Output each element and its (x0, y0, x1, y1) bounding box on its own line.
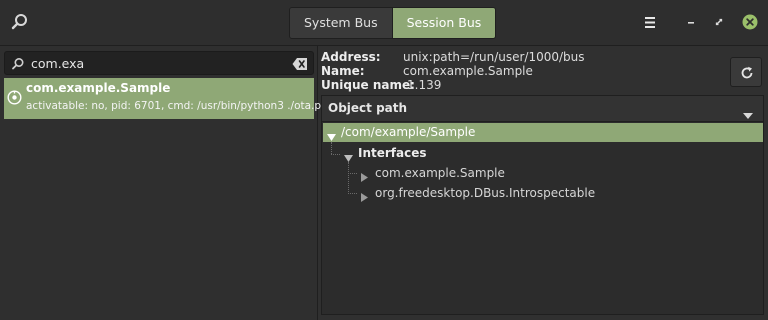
tree-node-interfaces[interactable]: Interfaces (323, 144, 763, 163)
expander-open-icon[interactable] (327, 129, 336, 141)
maximize-icon[interactable] (711, 14, 727, 30)
tree-node-root[interactable]: /com/example/Sample (323, 123, 763, 142)
unique-name-row: Unique name::1.139 (321, 78, 585, 92)
bus-switcher: System Bus Session Bus (289, 7, 497, 39)
name-label: Name: (321, 64, 365, 78)
search-icon (11, 56, 25, 70)
search-icon[interactable] (10, 12, 30, 32)
bus-list-pane: com.example.Sample activatable: no, pid:… (0, 46, 327, 320)
address-row: Address: unix:path=/run/user/1000/bus (321, 50, 585, 64)
chevron-down-icon (743, 105, 753, 119)
header-bar: System Bus Session Bus (0, 0, 768, 46)
tree-header[interactable]: Object path (322, 96, 763, 122)
interface-name: org.freedesktop.DBus.Introspectable (375, 186, 596, 200)
refresh-icon (741, 66, 753, 79)
tree-node-interface[interactable]: com.example.Sample (323, 164, 763, 183)
interface-name: com.example.Sample (375, 166, 505, 180)
tree-node-interface[interactable]: org.freedesktop.DBus.Introspectable (323, 184, 763, 203)
address-label: Address: (321, 50, 381, 64)
process-icon (7, 90, 22, 105)
object-tree: Object path /com/example/Sample Interfac… (321, 95, 764, 315)
expander-closed-icon[interactable] (361, 189, 370, 202)
address-value: unix:path=/run/user/1000/bus (403, 50, 585, 64)
tab-session-bus[interactable]: Session Bus (391, 8, 496, 38)
unique-name-value: :1.139 (403, 78, 442, 92)
minimize-icon[interactable] (683, 14, 699, 30)
interfaces-label: Interfaces (358, 146, 427, 160)
list-item-bus[interactable]: com.example.Sample activatable: no, pid:… (4, 78, 327, 119)
d-feet-window: System Bus Session Bus com.exa com.examp… (0, 0, 768, 320)
hamburger-menu-icon[interactable] (640, 14, 660, 32)
expander-closed-icon[interactable] (361, 169, 370, 182)
unique-name-label: Unique name: (321, 78, 415, 92)
expander-open-icon[interactable] (344, 150, 353, 162)
refresh-button[interactable] (730, 57, 762, 87)
clear-search-icon[interactable] (292, 56, 308, 70)
close-icon[interactable] (741, 13, 759, 31)
tab-system-bus[interactable]: System Bus (290, 8, 392, 38)
object-path: /com/example/Sample (341, 125, 476, 139)
bus-details: activatable: no, pid: 6701, cmd: /usr/bi… (26, 100, 328, 112)
name-value: com.example.Sample (403, 64, 533, 78)
bus-info: Address: unix:path=/run/user/1000/bus Nam… (321, 50, 585, 92)
tree-header-label: Object path (328, 101, 408, 115)
name-row: Name: com.example.Sample (321, 64, 585, 78)
bus-name: com.example.Sample (26, 81, 171, 95)
search-field[interactable] (4, 51, 314, 75)
search-input[interactable] (31, 53, 281, 73)
